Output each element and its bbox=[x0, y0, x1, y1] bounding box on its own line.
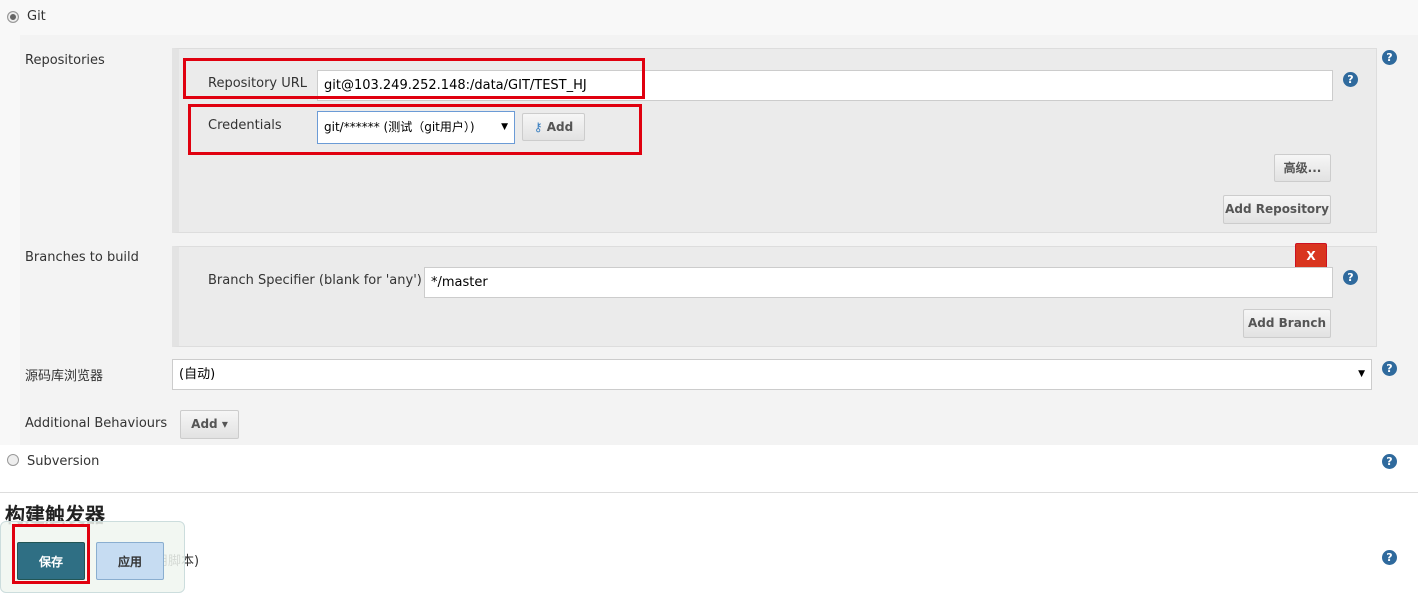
help-icon[interactable]: ? bbox=[1382, 50, 1397, 65]
help-icon[interactable]: ? bbox=[1382, 550, 1397, 565]
branch-specifier-input[interactable]: */master bbox=[424, 267, 1333, 298]
git-radio[interactable] bbox=[7, 11, 19, 23]
git-label: Git bbox=[27, 9, 46, 24]
browser-label: 源码库浏览器 bbox=[25, 369, 104, 384]
dropdown-arrow-icon: ▼ bbox=[1358, 369, 1365, 379]
help-icon[interactable]: ? bbox=[1382, 454, 1397, 469]
divider bbox=[0, 492, 1418, 493]
branch-specifier-label: Branch Specifier (blank for 'any') bbox=[208, 273, 422, 288]
add-behaviour-button[interactable]: Add ▾ bbox=[180, 410, 239, 439]
add-repository-button[interactable]: Add Repository bbox=[1223, 195, 1331, 224]
caret-down-icon: ▾ bbox=[221, 417, 228, 431]
highlight-credentials bbox=[188, 104, 642, 155]
add-branch-button[interactable]: Add Branch bbox=[1243, 309, 1331, 338]
help-icon[interactable]: ? bbox=[1343, 72, 1358, 87]
help-icon[interactable]: ? bbox=[1343, 270, 1358, 285]
apply-button[interactable]: 应用 bbox=[96, 542, 164, 580]
browser-select[interactable]: (自动) ▼ bbox=[172, 359, 1372, 390]
repositories-label: Repositories bbox=[25, 53, 105, 68]
advanced-button[interactable]: 高级... bbox=[1274, 154, 1331, 182]
behaviours-label: Additional Behaviours bbox=[25, 416, 168, 431]
highlight-url bbox=[183, 58, 645, 99]
highlight-save bbox=[12, 524, 90, 584]
help-icon[interactable]: ? bbox=[1382, 361, 1397, 376]
delete-branch-button[interactable]: X bbox=[1295, 243, 1327, 269]
subversion-label: Subversion bbox=[27, 454, 100, 469]
branches-label: Branches to build bbox=[25, 250, 139, 265]
subversion-radio[interactable] bbox=[7, 454, 19, 466]
